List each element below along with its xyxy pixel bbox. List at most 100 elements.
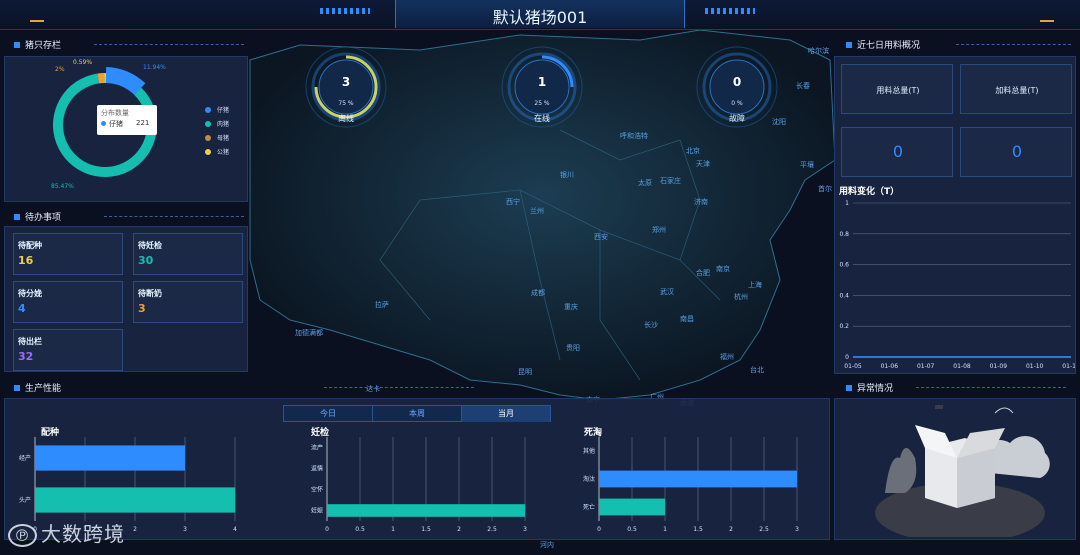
legend-label: 仔猪 xyxy=(217,107,230,114)
production-chart-title: 配种 xyxy=(41,426,59,438)
map-city-label: 石家庄 xyxy=(660,177,681,185)
gauge-1: 1 25 % 在线 xyxy=(501,46,583,128)
production-x-tick: 1 xyxy=(663,526,667,533)
donut-slice-label: 0.59% xyxy=(73,59,92,66)
production-x-tick: 2 xyxy=(457,526,461,533)
todo-card-value: 4 xyxy=(18,302,26,315)
map-city-label: 昆明 xyxy=(518,368,532,376)
map-city-label: 首尔 xyxy=(818,185,832,193)
production-x-tick: 1 xyxy=(391,526,395,533)
legend-dot xyxy=(205,135,211,141)
production-category-label: 流产 xyxy=(311,444,323,452)
map-city-label: 长春 xyxy=(796,82,810,90)
legend-item[interactable]: 肉猪 xyxy=(205,119,245,133)
feed-panel: 用料总量(T) 加料总量(T) 0 0 用料变化（T） 0 0.2 0.4 0.6 0.… xyxy=(834,56,1076,374)
map-city-label: 台北 xyxy=(750,366,764,374)
map-city-label: 郑州 xyxy=(652,226,666,234)
donut-slice-label: 11.94% xyxy=(143,64,166,71)
feed-y-tick: 1 xyxy=(845,200,849,207)
legend-item[interactable]: 仔猪 xyxy=(205,105,245,119)
map-city-label: 杭州 xyxy=(734,293,748,301)
gauge-label: 在线 xyxy=(534,113,550,123)
feed-y-tick: 0.2 xyxy=(839,323,849,330)
gauge-2: 0 0 % 故障 xyxy=(696,46,778,128)
map-city-label: 武汉 xyxy=(660,288,674,296)
todo-card[interactable]: 待妊检 30 xyxy=(133,233,243,275)
legend-dot xyxy=(205,121,211,127)
header-bar: 默认猪场001 xyxy=(0,0,1080,30)
gauge-label: 离线 xyxy=(338,113,354,123)
production-chart-1: 妊检 0 0.5 1 1.5 2 2.5 3 妊娠 空怀 返情 流产 xyxy=(311,426,527,533)
production-chart-title: 死淘 xyxy=(583,426,602,438)
period-tabs: 今日 本周 当月 xyxy=(283,405,551,422)
production-category-label: 死亡 xyxy=(583,503,595,511)
donut-slice-公猪[interactable] xyxy=(104,73,107,84)
todo-card[interactable]: 待出栏 32 xyxy=(13,329,123,371)
production-bar[interactable] xyxy=(327,504,525,517)
todo-card[interactable]: 待配种 16 xyxy=(13,233,123,275)
legend-item[interactable]: 母猪 xyxy=(205,133,245,147)
production-x-tick: 2.5 xyxy=(759,526,769,533)
production-charts: 配种0 1 2 3 4头产经产妊检0 0.5 1 1.5 2 2.5 3妊娠空怀返情流产死淘0 0.5… xyxy=(19,426,799,533)
add-feed-value: 0 xyxy=(1011,142,1023,161)
production-panel-title: 生产性能 xyxy=(14,381,474,394)
tooltip-title: 分布数量 xyxy=(101,109,129,117)
legend-label: 肉猪 xyxy=(217,121,230,128)
feed-x-tick: 01-07 xyxy=(917,363,935,370)
tab-0[interactable]: 今日 xyxy=(284,406,373,422)
gauge-value: 3 xyxy=(342,75,350,89)
tab-2[interactable]: 当月 xyxy=(462,406,551,422)
gauge-percent: 75 % xyxy=(338,100,354,107)
feed-y-tick: 0.4 xyxy=(839,292,849,299)
abnormal-panel xyxy=(834,398,1076,540)
total-feed-card: 用料总量(T) xyxy=(841,64,953,114)
header-corner-right xyxy=(1040,20,1054,22)
feed-x-tick: 01-05 xyxy=(844,363,862,370)
production-bar[interactable] xyxy=(599,498,665,516)
todo-card-label: 待分娩 xyxy=(18,289,42,298)
feed-y-tick: 0.8 xyxy=(839,231,849,238)
gauge-percent: 25 % xyxy=(534,100,550,107)
map-city-label: 天津 xyxy=(696,160,710,168)
tab-1[interactable]: 本周 xyxy=(373,406,462,422)
map-city-label: 拉萨 xyxy=(375,301,389,309)
add-feed-value-card: 0 xyxy=(960,127,1072,177)
todo-card[interactable]: 待断奶 3 xyxy=(133,281,243,323)
map-city-label: 重庆 xyxy=(564,303,578,311)
production-bar[interactable] xyxy=(35,487,235,513)
todo-card[interactable]: 待分娩 4 xyxy=(13,281,123,323)
production-category-label: 淘汰 xyxy=(583,475,595,483)
production-chart-title: 妊检 xyxy=(311,426,329,438)
map-city-label: 上海 xyxy=(748,281,762,289)
production-category-label: 经产 xyxy=(19,454,31,462)
production-category-label: 返情 xyxy=(311,465,323,473)
todo-panel-title: 待办事项 xyxy=(14,210,244,223)
map-city-label: 成都 xyxy=(531,289,545,297)
gauge-label: 故障 xyxy=(729,113,745,123)
legend-item[interactable]: 公猪 xyxy=(205,147,245,161)
production-x-tick: 0.5 xyxy=(627,526,637,533)
production-bar[interactable] xyxy=(599,470,797,488)
production-bar[interactable] xyxy=(35,445,185,471)
production-panel: 今日 本周 当月 配种 0 1 2 3 4 头产 经产 妊检 0 0.5 1 1.5 2 2.5 3 妊娠 空怀 返情 流… xyxy=(4,398,830,540)
gauge-0: 3 75 % 离线 xyxy=(305,46,387,128)
feed-x-tick: 01-09 xyxy=(990,363,1008,370)
map-city-label: 合肥 xyxy=(696,269,710,277)
todo-card-value: 3 xyxy=(138,302,146,315)
map-city-label: 河内 xyxy=(540,541,554,549)
legend-dot xyxy=(205,149,211,155)
production-x-tick: 0 xyxy=(597,526,601,533)
total-feed-label: 用料总量(T) xyxy=(876,86,920,95)
feed-x-tick: 01-10 xyxy=(1026,363,1044,370)
total-feed-value: 0 xyxy=(892,142,904,161)
todo-panel: 待配种 16 待妊检 30 待分娩 4 待断奶 3 待出栏 32 xyxy=(4,226,248,372)
todo-card-value: 32 xyxy=(18,350,34,363)
feed-panel-title: 近七日用料概况 xyxy=(846,38,1071,51)
production-x-tick: 0.5 xyxy=(355,526,365,533)
todo-card-label: 待配种 xyxy=(18,241,42,250)
production-category-label: 其他 xyxy=(583,447,595,455)
production-chart-0: 配种0 1 2 3 4头产经产 xyxy=(19,426,237,533)
stock-panel: 11.94% 85.47% 2% 0.59% 仔猪 肉猪 母猪 公猪 分布数量 仔猪 221 xyxy=(4,56,248,202)
production-x-tick: 4 xyxy=(233,526,237,533)
todo-card-label: 待断奶 xyxy=(138,289,162,298)
